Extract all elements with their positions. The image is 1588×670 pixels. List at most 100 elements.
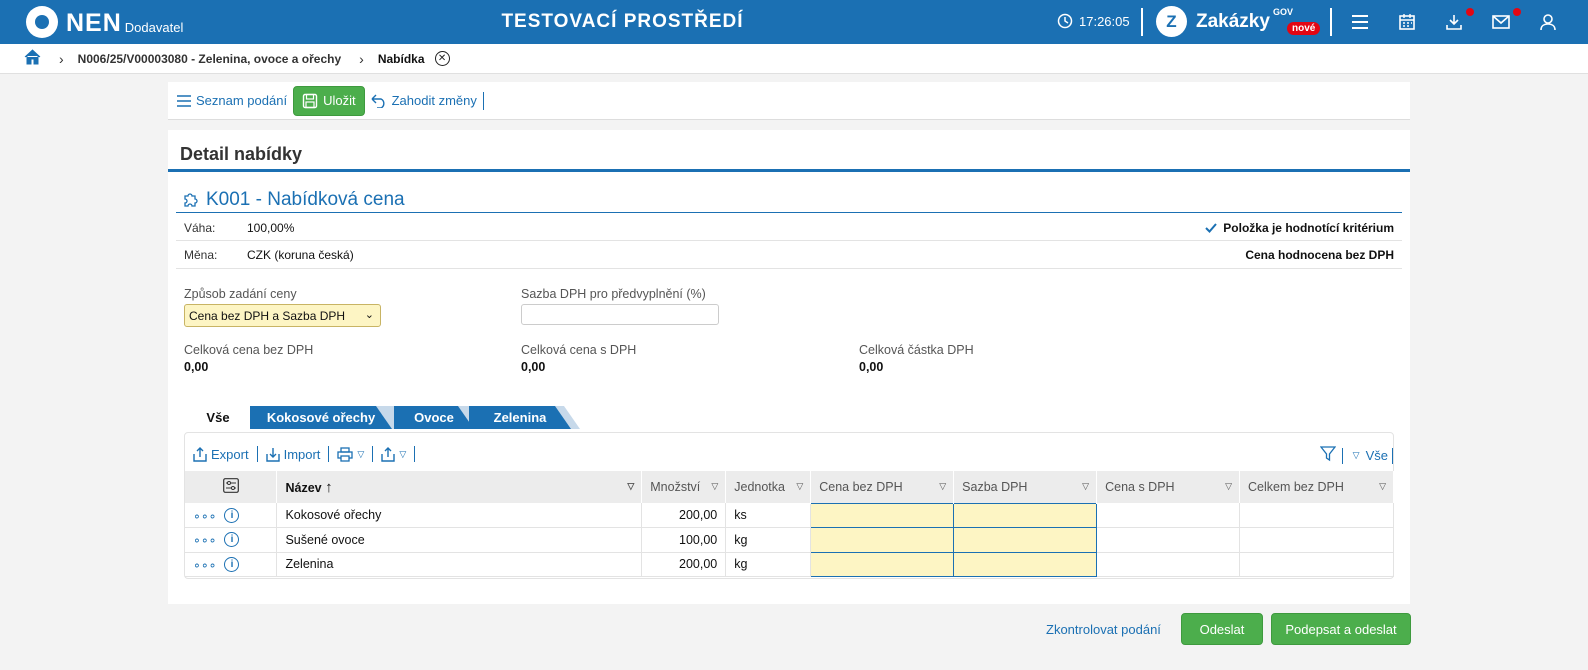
table-row: ∘∘∘ i Sušené ovoce 100,00 kg xyxy=(185,527,1394,553)
info-icon[interactable]: i xyxy=(224,556,240,572)
divider xyxy=(1330,8,1332,36)
filter-triangle-icon[interactable]: ▽ xyxy=(711,481,718,492)
print-icon xyxy=(337,446,354,462)
calendar-icon[interactable] xyxy=(1397,12,1417,32)
weight-value: 100,00% xyxy=(247,221,295,235)
criterion-flag: Položka je hodnotící kritérium xyxy=(1205,221,1394,235)
row-actions: ∘∘∘ i xyxy=(185,552,278,577)
total-vat-label: Celková cena s DPH xyxy=(521,343,637,357)
vat-rate-input[interactable] xyxy=(521,304,719,325)
sign-and-send-button[interactable]: Podepsat a odeslat xyxy=(1271,613,1411,645)
more-icon[interactable]: ∘∘∘ xyxy=(193,508,216,523)
zakazky-logo-icon: Z xyxy=(1156,6,1187,37)
submission-list-link[interactable]: Seznam podání xyxy=(177,93,287,108)
mail-icon[interactable] xyxy=(1491,12,1511,32)
info-icon[interactable]: i xyxy=(224,507,240,523)
zakazky-label: Zakázky GOV xyxy=(1196,6,1293,32)
divider xyxy=(482,91,484,110)
cell-unit: kg xyxy=(725,527,812,553)
clock-icon xyxy=(1057,13,1073,29)
cell-total-no-vat xyxy=(1239,552,1394,577)
chevron-down-icon: ⌄ xyxy=(364,309,374,321)
filter-triangle-icon[interactable]: ▽ xyxy=(1082,481,1089,492)
export-button[interactable]: Export xyxy=(193,447,249,462)
import-icon xyxy=(265,447,280,462)
row-divider xyxy=(176,268,1402,269)
home-icon[interactable] xyxy=(24,49,41,68)
weight-label: Váha: xyxy=(184,221,216,235)
currency-value: CZK (koruna česká) xyxy=(247,248,354,262)
tab-all[interactable]: Vše xyxy=(192,406,244,429)
column-price-no-vat[interactable]: Cena bez DPH ▽ xyxy=(810,471,955,503)
tab-vegetables[interactable]: Zelenina xyxy=(469,406,571,429)
share-icon xyxy=(381,446,396,462)
column-name[interactable]: Název ↑ ▽ xyxy=(276,471,643,503)
vat-rate-cell-input[interactable] xyxy=(953,502,1098,528)
table-row: ∘∘∘ i Kokosové ořechy 200,00 ks xyxy=(185,502,1394,528)
cell-price-with-vat xyxy=(1096,527,1241,553)
cell-total-no-vat xyxy=(1239,527,1394,553)
cell-price-with-vat xyxy=(1096,503,1241,528)
chevron-down-icon: ▽ xyxy=(399,448,407,459)
divider xyxy=(1141,8,1143,36)
print-button[interactable]: ▽ xyxy=(337,446,364,462)
divider xyxy=(256,446,258,462)
total-vat-value: 0,00 xyxy=(521,360,546,374)
column-unit[interactable]: Jednotka ▽ xyxy=(725,471,812,503)
info-icon[interactable]: i xyxy=(224,532,240,548)
filter-triangle-icon[interactable]: ▽ xyxy=(796,481,803,492)
table-row: ∘∘∘ i Zelenina 200,00 kg xyxy=(185,551,1394,577)
sort-up-icon: ↑ xyxy=(325,478,333,496)
filter-triangle-icon[interactable]: ▽ xyxy=(939,481,946,492)
price-no-vat-input[interactable] xyxy=(810,527,955,553)
column-price-with-vat[interactable]: Cena s DPH ▽ xyxy=(1096,471,1241,503)
cell-quantity: 100,00 xyxy=(641,527,727,553)
cell-quantity: 200,00 xyxy=(641,552,727,577)
breadcrumb-item-offer: Nabídka xyxy=(377,51,425,66)
chevron-right-icon: › xyxy=(359,50,364,67)
breadcrumb: › N006/25/V00003080 - Zelenina, ovoce a … xyxy=(0,44,1588,74)
price-mode-select[interactable]: Cena bez DPH a Sazba DPH ⌄ xyxy=(184,304,381,327)
filter-triangle-icon[interactable]: ▽ xyxy=(627,481,634,492)
column-settings[interactable] xyxy=(185,471,278,503)
evaluation-note: Cena hodnocena bez DPH xyxy=(1245,248,1394,262)
grid-filter-tools: ▽ Vše xyxy=(1319,446,1393,465)
zakazky-link[interactable]: Z Zakázky GOV nové xyxy=(1156,6,1321,37)
column-total-no-vat[interactable]: Celkem bez DPH ▽ xyxy=(1239,471,1394,503)
row-divider xyxy=(176,240,1402,241)
vat-rate-cell-input[interactable] xyxy=(953,527,1098,553)
clock-time: 17:26:05 xyxy=(1079,13,1130,29)
vat-rate-cell-input[interactable] xyxy=(953,551,1098,577)
import-button[interactable]: Import xyxy=(265,447,320,462)
column-quantity[interactable]: Množství ▽ xyxy=(641,471,727,503)
more-icon[interactable]: ∘∘∘ xyxy=(193,532,216,547)
breadcrumb-item-tender[interactable]: N006/25/V00003080 - Zelenina, ovoce a oř… xyxy=(78,52,341,66)
action-toolbar: Seznam podání Uložit Zahodit změny xyxy=(168,82,1410,120)
check-submission-link[interactable]: Zkontrolovat podání xyxy=(1046,622,1161,637)
send-button[interactable]: Odeslat xyxy=(1181,613,1263,645)
download-icon[interactable] xyxy=(1444,12,1464,32)
close-icon[interactable]: ✕ xyxy=(434,51,450,66)
more-icon[interactable]: ∘∘∘ xyxy=(193,557,216,572)
cell-name: Sušené ovoce xyxy=(276,527,643,553)
price-no-vat-input[interactable] xyxy=(810,551,955,577)
cell-total-no-vat xyxy=(1239,503,1394,528)
criterion-underline xyxy=(176,212,1402,213)
column-vat-rate[interactable]: Sazba DPH ▽ xyxy=(953,471,1098,503)
save-button[interactable]: Uložit xyxy=(293,85,365,116)
tab-coconuts[interactable]: Kokosové ořechy xyxy=(250,406,392,429)
menu-icon[interactable] xyxy=(1350,12,1370,32)
divider xyxy=(414,446,416,462)
filter-icon[interactable] xyxy=(1319,446,1337,465)
settings-sliders-icon xyxy=(222,478,239,493)
filter-triangle-icon[interactable]: ▽ xyxy=(1225,481,1232,492)
top-bar: NEN Dodavatel TESTOVACÍ PROSTŘEDÍ 17:26:… xyxy=(0,0,1588,44)
filter-triangle-icon[interactable]: ▽ xyxy=(1379,481,1386,492)
chevron-right-icon: › xyxy=(59,50,64,67)
price-no-vat-input[interactable] xyxy=(810,502,955,528)
list-icon xyxy=(177,94,191,107)
share-button[interactable]: ▽ xyxy=(381,446,407,462)
filter-all-dropdown[interactable]: ▽ Vše xyxy=(1353,448,1388,463)
user-icon[interactable] xyxy=(1538,12,1558,32)
discard-changes-link[interactable]: Zahodit změny xyxy=(371,93,477,108)
